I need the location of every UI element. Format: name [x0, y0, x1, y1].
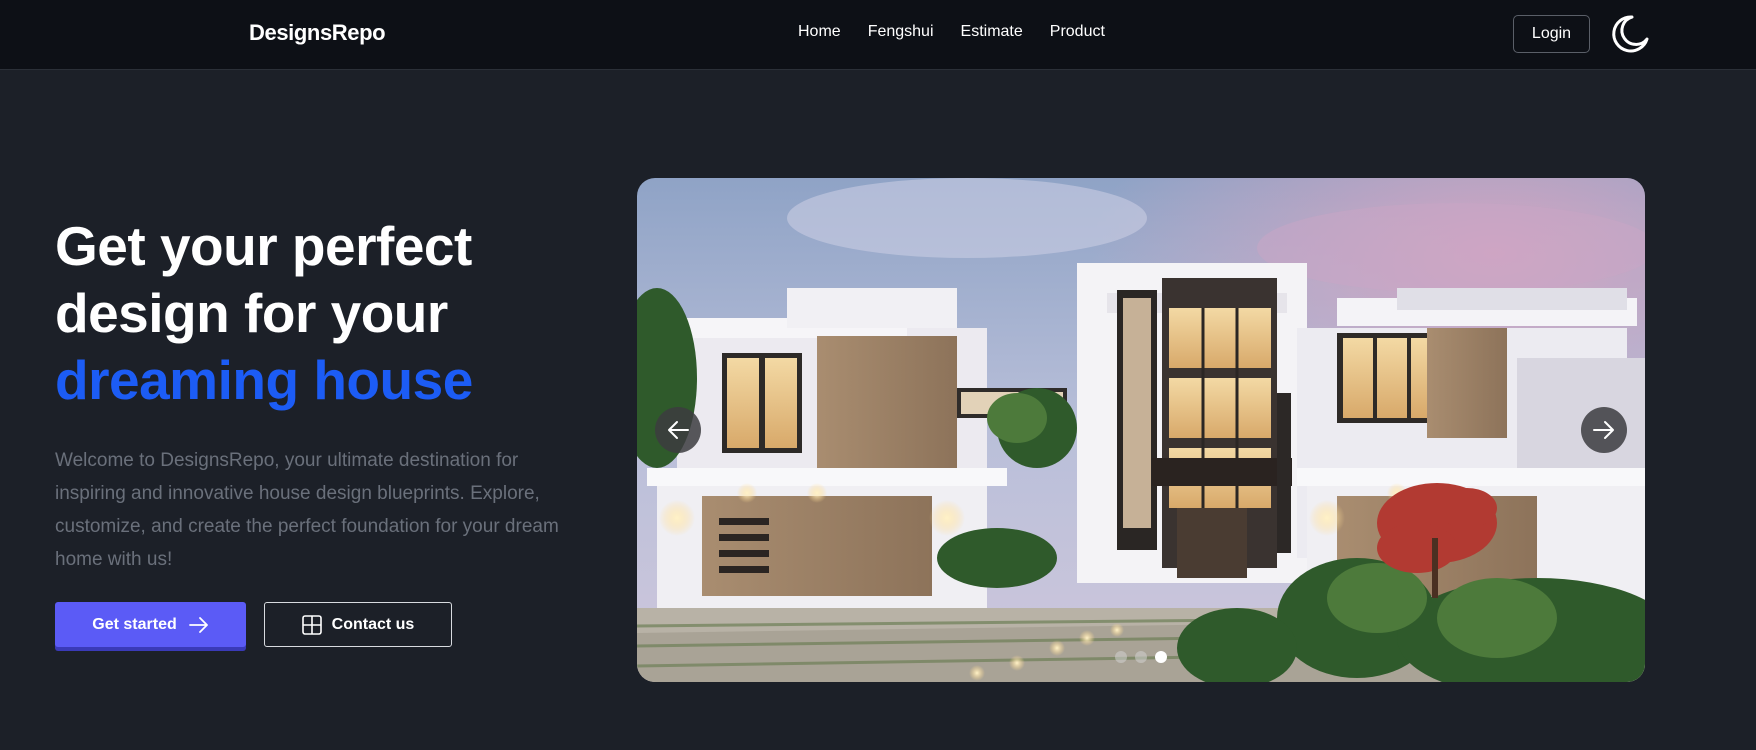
arrow-left-icon	[668, 421, 689, 439]
moon-icon	[1612, 15, 1649, 53]
brand-logo[interactable]: DesignsRepo	[249, 20, 386, 46]
nav-link-estimate[interactable]: Estimate	[961, 23, 1023, 41]
hero-title-line-2: design for your	[55, 282, 448, 344]
nav-link-fengshui[interactable]: Fengshui	[868, 23, 934, 41]
carousel-dot-3[interactable]	[1155, 651, 1167, 663]
get-started-button[interactable]: Get started	[55, 602, 246, 647]
contact-us-button[interactable]: Contact us	[264, 602, 452, 647]
carousel-next-button[interactable]	[1581, 407, 1627, 453]
carousel-dot-1[interactable]	[1115, 651, 1127, 663]
navbar: DesignsRepo Home Fengshui Estimate Produ…	[0, 0, 1756, 70]
main-nav: Home Fengshui Estimate Product	[798, 23, 1105, 41]
arrow-right-icon	[188, 616, 208, 633]
carousel-dot-2[interactable]	[1135, 651, 1147, 663]
carousel-indicators	[1115, 651, 1167, 663]
house-photo	[637, 178, 1645, 682]
theme-toggle-button[interactable]	[1610, 14, 1650, 54]
hero-title-accent: dreaming house	[55, 349, 473, 411]
hero-title-line-1: Get your perfect	[55, 215, 472, 277]
arrow-right-icon	[1593, 421, 1614, 439]
carousel-prev-button[interactable]	[655, 407, 701, 453]
hero-title: Get your perfect design for your dreamin…	[55, 213, 575, 414]
layout-grid-icon	[301, 614, 322, 635]
hero-description: Welcome to DesignsRepo, your ultimate de…	[55, 450, 559, 570]
contact-us-label: Contact us	[331, 615, 415, 633]
login-button[interactable]: Login	[1513, 15, 1590, 53]
nav-link-home[interactable]: Home	[798, 23, 841, 41]
get-started-label: Get started	[92, 615, 177, 633]
nav-link-product[interactable]: Product	[1050, 23, 1105, 41]
image-carousel[interactable]	[637, 178, 1645, 682]
